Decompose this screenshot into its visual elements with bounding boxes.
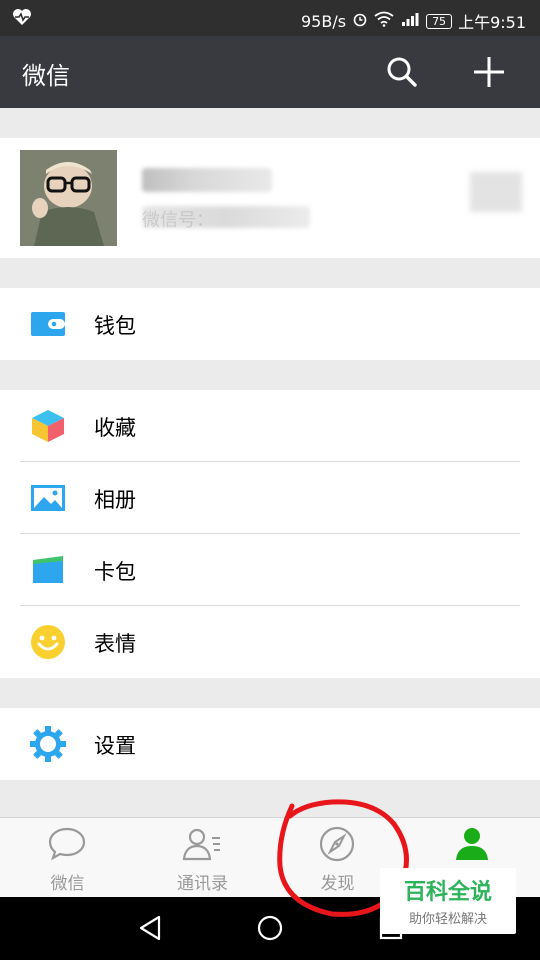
tab-chats[interactable]: 微信 — [0, 818, 135, 898]
tab-label-contacts: 通讯录 — [177, 874, 228, 894]
name-mask — [142, 168, 272, 192]
watermark-title: 百科全说 — [403, 880, 492, 905]
card-pack-icon — [30, 552, 66, 588]
menu-label-album: 相册 — [94, 488, 136, 512]
settings-group: 设置 — [0, 708, 540, 780]
alarm-icon — [352, 11, 368, 31]
network-speed: 95B/s — [301, 11, 347, 31]
avatar — [20, 150, 117, 246]
menu-label-cards: 卡包 — [94, 560, 136, 584]
contacts-icon — [182, 826, 222, 862]
cube-icon — [30, 408, 66, 444]
menu-label-stickers: 表情 — [94, 632, 136, 656]
menu-label-favorites: 收藏 — [94, 416, 136, 440]
media-group: 收藏 相册 卡包 表情 — [0, 390, 540, 678]
home-icon[interactable] — [255, 913, 285, 943]
clock: 上午9:51 — [458, 13, 526, 32]
menu-item-stickers[interactable]: 表情 — [0, 606, 540, 678]
tab-contacts[interactable]: 通讯录 — [135, 818, 270, 898]
page-title: 微信 — [22, 62, 70, 90]
gear-icon — [30, 726, 66, 762]
compass-icon — [317, 826, 357, 862]
menu-item-favorites[interactable]: 收藏 — [0, 390, 540, 462]
person-icon — [452, 826, 492, 862]
menu-label-settings: 设置 — [94, 734, 136, 758]
wifi-icon — [374, 11, 394, 31]
smiley-icon — [30, 624, 66, 660]
chat-bubble-icon — [47, 826, 87, 862]
tab-label-chats: 微信 — [50, 874, 85, 894]
add-icon[interactable] — [470, 53, 508, 91]
search-icon[interactable] — [383, 53, 421, 91]
menu-item-album[interactable]: 相册 — [0, 462, 540, 534]
app-header: 微信 — [0, 36, 540, 108]
menu-label-wallet: 钱包 — [94, 314, 136, 338]
menu-item-cards[interactable]: 卡包 — [0, 534, 540, 606]
profile-wxid: 微信号： — [142, 210, 214, 231]
status-bar: 95B/s 75 上午9:51 — [0, 0, 540, 36]
picture-icon — [30, 480, 66, 516]
profile-card[interactable]: 微信号： — [0, 138, 540, 258]
health-icon — [12, 8, 32, 30]
back-icon[interactable] — [136, 913, 166, 943]
watermark-subtitle: 助你轻松解决 — [408, 912, 487, 927]
profile-name — [142, 168, 146, 193]
qrcode-mask — [470, 172, 522, 212]
menu-item-settings[interactable]: 设置 — [0, 708, 540, 780]
battery-indicator: 75 — [426, 13, 453, 29]
wallet-group: 钱包 — [0, 288, 540, 360]
watermark-logo: 百科全说 助你轻松解决 — [380, 868, 516, 934]
wallet-icon — [30, 306, 66, 342]
menu-item-wallet[interactable]: 钱包 — [0, 288, 540, 360]
signal-icon — [400, 11, 420, 31]
